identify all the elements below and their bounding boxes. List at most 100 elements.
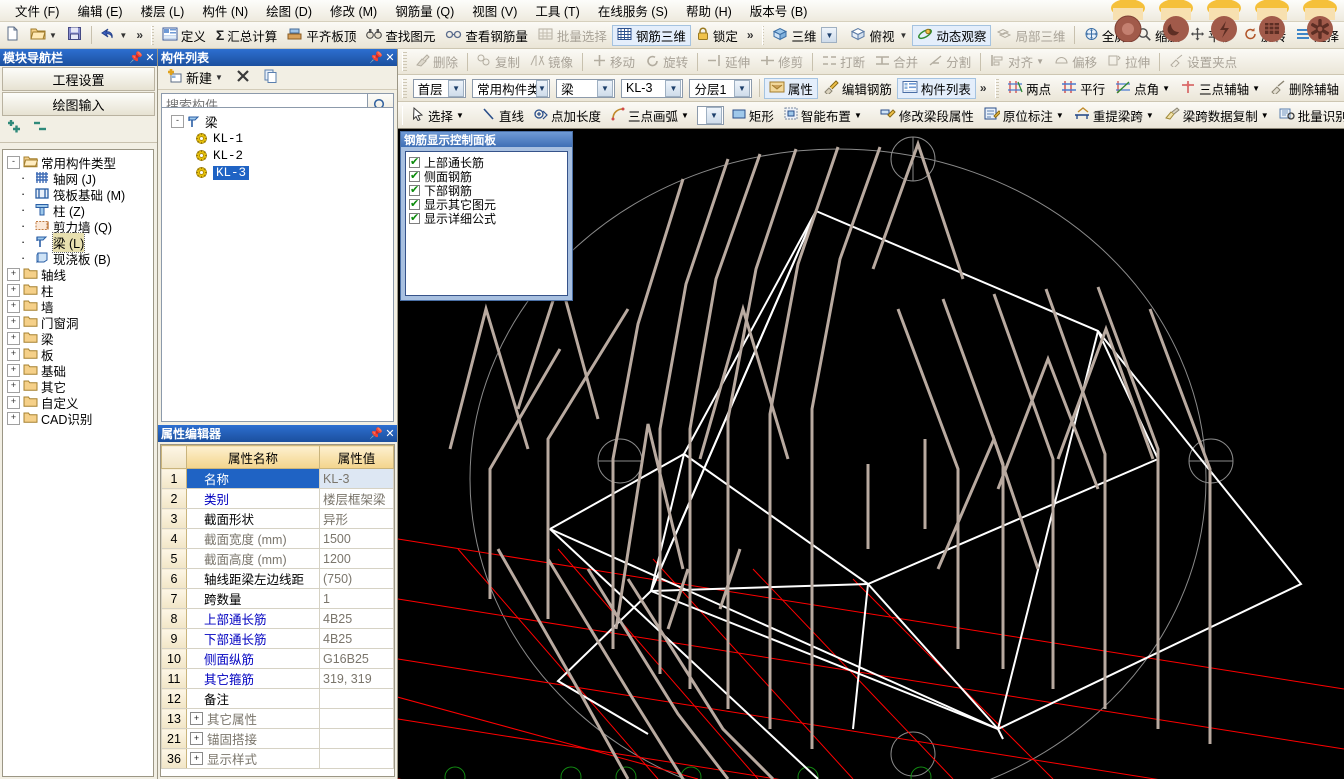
menu-item-rebar[interactable]: 钢筋量 (Q) <box>386 0 463 22</box>
property-row-value[interactable]: 1 <box>319 588 394 609</box>
toolbar-summary-button[interactable]: Σ 汇总计算 <box>211 25 282 46</box>
toolbar-find-element-button[interactable]: 查找图元 <box>361 25 440 46</box>
view-rotate-button[interactable]: 旋转 <box>1238 25 1291 46</box>
edit-merge-button[interactable]: 合并 <box>870 51 923 72</box>
toolbar-view-rebar-button[interactable]: 查看钢筋量 <box>440 25 533 46</box>
axis-point-angle-button[interactable]: 点角 ▼ <box>1110 78 1175 99</box>
property-row-name[interactable]: 轴线距梁左边线距 <box>186 568 320 589</box>
row-expander-icon[interactable]: + <box>190 712 203 725</box>
save-button[interactable] <box>62 25 87 46</box>
open-file-button[interactable]: ▼ <box>25 25 62 46</box>
nav-tree-item-11[interactable]: + 梁 <box>5 330 153 347</box>
view-3d-button[interactable]: 三维 ▼ <box>767 25 845 46</box>
tree-expander-icon[interactable]: + <box>7 315 20 329</box>
property-row[interactable]: 10 侧面纵筋 G16B25 <box>161 648 394 669</box>
property-row-value[interactable]: (750) <box>319 568 394 589</box>
member-type-select[interactable]: 梁 ▼ <box>556 78 616 98</box>
property-row-name[interactable]: + 其它属性 <box>186 708 320 729</box>
menu-item-tools[interactable]: 工具 (T) <box>526 0 588 22</box>
property-row-value[interactable]: 1200 <box>319 548 394 569</box>
property-row[interactable]: 13 + 其它属性 <box>161 708 394 729</box>
component-tree-item-3[interactable]: KL-3 <box>167 164 393 181</box>
property-row-name[interactable]: 侧面纵筋 <box>186 648 320 669</box>
property-row[interactable]: 6 轴线距梁左边线距 (750) <box>161 568 394 589</box>
property-row-name[interactable]: 截面宽度 (mm) <box>186 528 320 549</box>
property-row-name[interactable]: 截面形状 <box>186 508 320 529</box>
toolbar-flush-slab-button[interactable]: 平齐板顶 <box>282 25 361 46</box>
nav-pin-icon[interactable]: 📌 <box>129 51 143 64</box>
property-row-value[interactable]: KL-3 <box>319 468 394 489</box>
draw-toolbar-grip[interactable] <box>402 105 403 125</box>
view-3d-dropdown[interactable]: ▼ <box>821 27 838 43</box>
tree-expander-icon[interactable]: + <box>7 267 20 281</box>
axis-parallel-button[interactable]: 平行 <box>1056 78 1110 99</box>
tree-expander-icon[interactable]: + <box>7 331 20 345</box>
edit-mirror-button[interactable]: 镜像 <box>525 51 578 72</box>
menu-item-draw[interactable]: 绘图 (D) <box>257 0 321 22</box>
menu-item-member[interactable]: 构件 (N) <box>193 0 257 22</box>
menu-item-file[interactable]: 文件 (F) <box>6 0 68 22</box>
tree-expander-icon[interactable]: + <box>7 347 20 361</box>
menu-item-floor[interactable]: 楼层 (L) <box>132 0 194 22</box>
checkbox-2[interactable] <box>409 183 420 196</box>
toolbar-overflow-chevron[interactable]: » <box>132 28 147 42</box>
draw-option-select[interactable]: ▼ <box>696 105 724 125</box>
edit-rebar-button[interactable]: 编辑钢筋 <box>818 78 897 99</box>
draw-point-length-button[interactable]: 点加长度 <box>529 105 606 126</box>
property-row-name[interactable]: 上部通长筋 <box>186 608 320 629</box>
undo-button[interactable]: ▼ <box>95 25 132 46</box>
edit-toolbar-grip[interactable] <box>402 52 407 71</box>
property-row[interactable]: 7 跨数量 1 <box>161 588 394 609</box>
edit-stretch-button[interactable]: 拉伸 <box>1102 51 1155 72</box>
property-row-name[interactable]: 备注 <box>186 688 320 709</box>
property-row[interactable]: 8 上部通长筋 4B25 <box>161 608 394 629</box>
menu-item-view[interactable]: 视图 (V) <box>463 0 526 22</box>
properties-button[interactable]: 属性 <box>763 77 818 99</box>
toolbar-rebar3d-button[interactable]: 钢筋三维 <box>611 24 691 46</box>
property-row-name[interactable]: 下部通长筋 <box>186 628 320 649</box>
axis-toolbar-grip[interactable] <box>994 78 1000 98</box>
property-row-name[interactable]: 跨数量 <box>186 588 320 609</box>
property-row[interactable]: 1 名称 KL-3 <box>161 468 394 489</box>
axis-three-point-button[interactable]: 三点辅轴 ▼ <box>1175 78 1265 99</box>
layer-select[interactable]: 分层1 ▼ <box>689 78 752 98</box>
toolbar-batch-select-button[interactable]: 批量选择 <box>533 25 612 46</box>
checkbox-1[interactable] <box>409 169 420 182</box>
respan-beam-button[interactable]: 重提梁跨 ▼ <box>1069 105 1159 126</box>
view-top-button[interactable]: 俯视 ▼ <box>845 25 912 46</box>
nav-tree[interactable]: - 常用构件类型 · 轴网 (J) · 筏板基础 (M) · 柱 (Z) · 剪力墙 (Q) · 梁 … <box>2 149 154 777</box>
view-toolbar-grip[interactable] <box>761 25 765 45</box>
edit-move-button[interactable]: 移动 <box>587 51 640 72</box>
property-row[interactable]: 3 截面形状 异形 <box>161 508 394 529</box>
property-row-value[interactable]: 4B25 <box>319 628 394 649</box>
property-row[interactable]: 12 备注 <box>161 688 394 709</box>
selector-toolbar-grip[interactable] <box>402 78 407 98</box>
expand-all-icon[interactable] <box>6 120 24 139</box>
floor-select[interactable]: 首层 ▼ <box>412 78 467 98</box>
draw-select-button[interactable]: 选择 ▼ <box>406 105 469 126</box>
property-row[interactable]: 11 其它箍筋 319, 319 <box>161 668 394 689</box>
tree-expander-icon[interactable]: + <box>7 411 20 425</box>
property-row-value[interactable] <box>319 728 394 749</box>
edit-trim-button[interactable]: 修剪 <box>755 51 808 72</box>
property-row-value[interactable]: 319, 319 <box>319 668 394 689</box>
nav-button-project-settings[interactable]: 工程设置 <box>2 67 155 91</box>
property-row-value[interactable]: 楼层框架梁 <box>319 488 394 509</box>
nav-tree-item-16[interactable]: + CAD识别 <box>5 410 153 427</box>
row-expander-icon[interactable]: + <box>190 752 203 765</box>
nav-tree-item-13[interactable]: + 基础 <box>5 362 153 379</box>
edit-delete-button[interactable]: 删除 <box>410 51 463 72</box>
menu-item-modify[interactable]: 修改 (M) <box>321 0 386 22</box>
span-data-copy-button[interactable]: 梁跨数据复制 ▼ <box>1159 105 1274 126</box>
draw-arc-button[interactable]: 三点画弧 ▼ <box>606 105 694 126</box>
draw-line-button[interactable]: 直线 <box>477 105 529 126</box>
main-toolbar-overflow-chevron[interactable]: » <box>743 28 758 42</box>
component-tree-item-1[interactable]: KL-1 <box>167 130 393 147</box>
view-select-button[interactable]: 选择 <box>1291 25 1344 46</box>
edit-rotate-button[interactable]: 旋转 <box>640 51 693 72</box>
member-name-select[interactable]: KL-3 ▼ <box>621 78 684 98</box>
axis-two-point-button[interactable]: 两点 <box>1002 78 1056 99</box>
checkbox-0[interactable] <box>409 155 420 168</box>
rebar-option-row-4[interactable]: 显示详细公式 <box>409 211 567 226</box>
view-pan-button[interactable]: 平移 <box>1185 25 1238 46</box>
